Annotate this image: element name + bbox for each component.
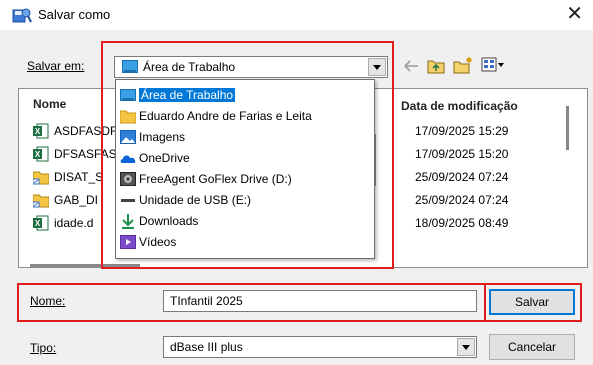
- view-menu-icon[interactable]: [481, 57, 505, 73]
- folder-shortcut-icon: [33, 194, 49, 208]
- save-as-dialog: Salvar como ✕ Salvar em: Área de Trabalh…: [0, 0, 593, 365]
- type-label: Tipo:: [30, 341, 56, 355]
- back-arrow-icon[interactable]: [402, 58, 420, 74]
- file-date: 17/09/2025 15:20: [415, 147, 509, 161]
- file-date: 17/09/2025 15:29: [415, 124, 509, 138]
- highlight-box-name-field: [17, 283, 486, 322]
- file-type-combobox[interactable]: dBase III plus: [163, 336, 477, 358]
- vertical-scrollbar[interactable]: [566, 106, 569, 150]
- svg-text:X: X: [35, 219, 41, 228]
- type-label-text: Tipo:: [30, 341, 57, 355]
- cancel-button-label: Cancelar: [507, 340, 557, 354]
- highlight-box-save-button: [484, 283, 582, 322]
- location-label: Salvar em:: [27, 59, 84, 73]
- column-header-name[interactable]: Nome: [33, 97, 66, 111]
- close-icon[interactable]: ✕: [566, 3, 583, 25]
- file-date: 25/09/2024 07:24: [415, 170, 509, 184]
- title-bar: Salvar como ✕: [0, 0, 593, 30]
- save-dialog-icon: [12, 8, 32, 23]
- cancel-button[interactable]: Cancelar: [489, 334, 575, 360]
- file-date: 18/09/2025 08:49: [415, 216, 509, 230]
- folder-shortcut-icon: [33, 171, 49, 185]
- excel-icon: X: [33, 146, 49, 162]
- file-date: 25/09/2024 07:24: [415, 193, 509, 207]
- file-type-value: dBase III plus: [170, 340, 243, 354]
- location-label-text: Salvar em:: [27, 59, 85, 73]
- up-folder-icon[interactable]: [427, 58, 445, 74]
- chevron-down-icon[interactable]: [457, 338, 475, 356]
- svg-text:X: X: [35, 127, 41, 136]
- highlight-box-location-dropdown: [101, 41, 394, 269]
- new-folder-icon[interactable]: [453, 56, 473, 74]
- window-title: Salvar como: [38, 7, 111, 22]
- svg-text:X: X: [35, 150, 41, 159]
- excel-icon: X: [33, 215, 49, 231]
- excel-icon: X: [33, 123, 49, 139]
- column-header-date[interactable]: Data de modificação: [401, 99, 518, 113]
